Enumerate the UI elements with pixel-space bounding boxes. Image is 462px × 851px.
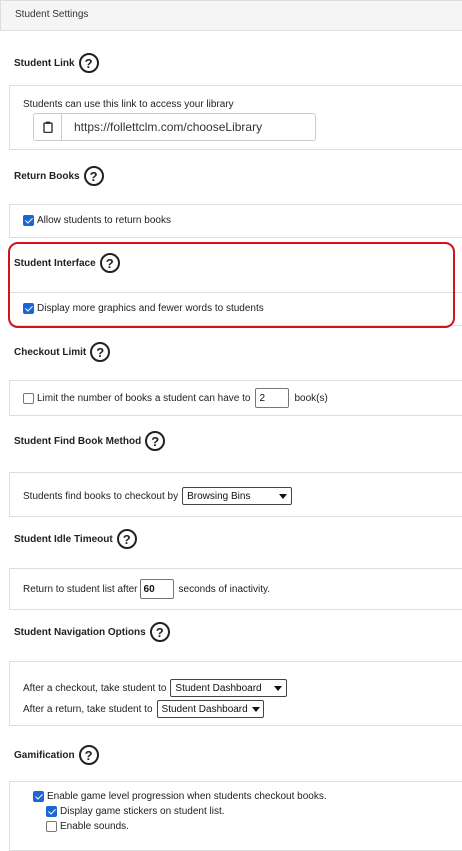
student-link-field-group: https://follettclm.com/chooseLibrary: [33, 113, 316, 141]
section-title-navigation-options: Student Navigation Options ?: [14, 622, 170, 642]
checkout-limit-input[interactable]: [255, 388, 290, 408]
game-stickers-option: Display game stickers on student list.: [46, 806, 225, 817]
section-title-idle-timeout: Student Idle Timeout ?: [14, 529, 137, 549]
game-stickers-checkbox[interactable]: [46, 806, 57, 817]
help-icon[interactable]: ?: [78, 53, 99, 73]
section-title-find-book-method: Student Find Book Method ?: [14, 431, 166, 451]
highlight-box: [8, 242, 455, 328]
level-progression-checkbox[interactable]: [33, 791, 44, 802]
sounds-checkbox[interactable]: [46, 821, 57, 832]
help-icon[interactable]: ?: [145, 431, 166, 451]
checkout-limit-checkbox[interactable]: [23, 392, 34, 404]
section-title-gamification: Gamification ?: [14, 745, 99, 765]
return-books-option: Allow students to return books: [23, 215, 171, 226]
idle-timeout-input[interactable]: [139, 579, 174, 599]
help-icon[interactable]: ?: [149, 622, 170, 642]
after-return-select[interactable]: Student Dashboard: [156, 700, 264, 718]
sounds-option: Enable sounds.: [46, 821, 129, 832]
idle-timeout-option: Return to student list after seconds of …: [23, 579, 270, 599]
copy-link-button[interactable]: [33, 113, 62, 141]
level-progression-option: Enable game level progression when stude…: [33, 791, 327, 802]
after-checkout-select[interactable]: Student Dashboard: [170, 679, 288, 697]
section-title-return-books: Return Books ?: [14, 166, 104, 186]
chevron-down-icon: [274, 685, 283, 691]
after-checkout-option: After a checkout, take student to Studen…: [23, 679, 288, 697]
help-icon[interactable]: ?: [116, 529, 137, 549]
clipboard-icon: [42, 121, 53, 133]
student-link-url-field[interactable]: https://follettclm.com/chooseLibrary: [62, 113, 316, 141]
student-link-description: Students can use this link to access you…: [23, 99, 234, 110]
chevron-down-icon: [279, 493, 288, 499]
allow-return-checkbox[interactable]: [23, 215, 34, 226]
section-title-checkout-limit: Checkout Limit ?: [14, 342, 111, 362]
help-icon[interactable]: ?: [83, 166, 104, 186]
find-book-method-select[interactable]: Browsing Bins: [182, 487, 293, 505]
panel-header: Student Settings: [0, 0, 462, 31]
panel-title: Student Settings: [15, 9, 89, 20]
checkout-limit-option: Limit the number of books a student can …: [23, 388, 328, 408]
help-icon[interactable]: ?: [78, 745, 99, 765]
find-book-method-option: Students find books to checkout by Brows…: [23, 487, 293, 505]
help-icon[interactable]: ?: [90, 342, 111, 362]
section-title-student-link: Student Link ?: [14, 53, 99, 73]
after-return-option: After a return, take student to Student …: [23, 700, 264, 718]
chevron-down-icon: [251, 706, 260, 712]
